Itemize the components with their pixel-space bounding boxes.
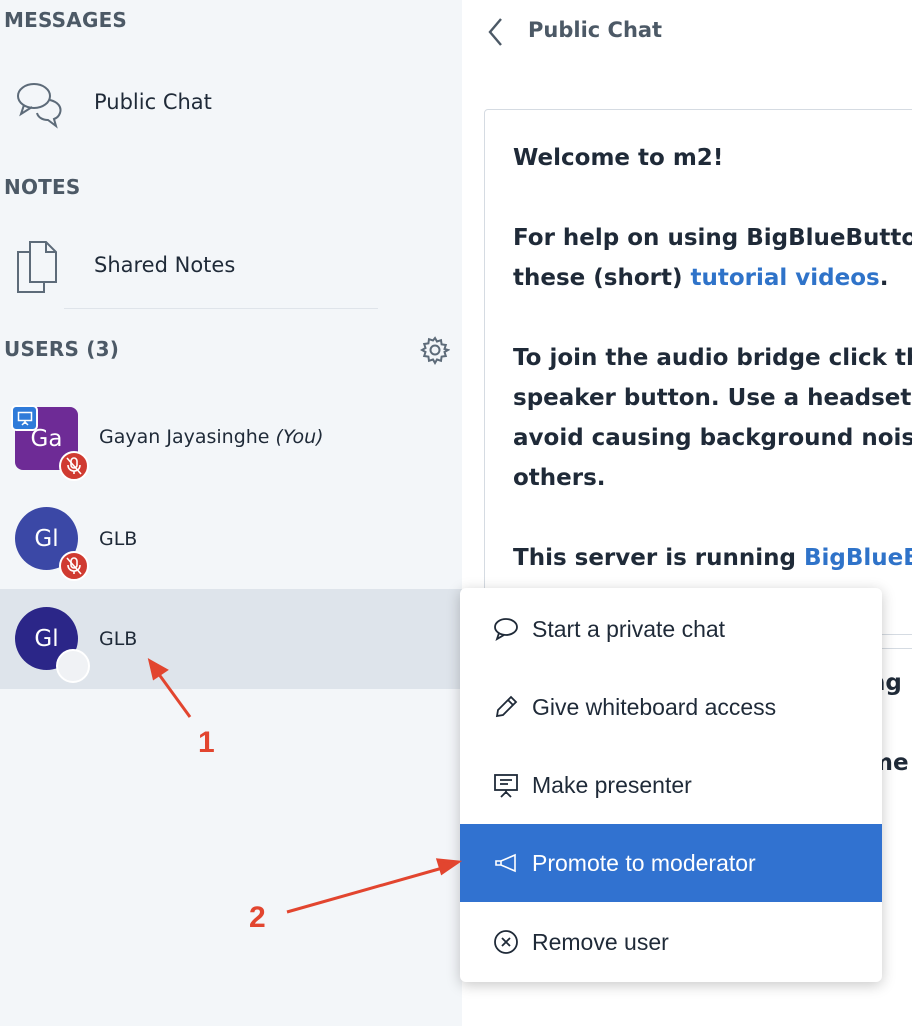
user-list-sidebar: MESSAGES Public Chat NOTES Shared Notes …	[0, 0, 462, 1026]
megaphone-icon	[492, 849, 520, 877]
public-chat-label: Public Chat	[94, 90, 212, 114]
menu-item-label: Start a private chat	[532, 615, 726, 642]
menu-item-label: Promote to moderator	[532, 849, 756, 876]
give-whiteboard-access-menu-item[interactable]: Give whiteboard access	[460, 668, 882, 746]
remove-circle-icon	[492, 928, 520, 956]
presentation-icon	[492, 771, 520, 799]
help-line-1: For help on using BigBlueButton s	[513, 225, 912, 251]
server-line: This server is running BigBlueButt	[513, 538, 912, 578]
make-presenter-menu-item[interactable]: Make presenter	[460, 746, 882, 824]
user-name: GLB	[99, 628, 138, 650]
shared-notes-label: Shared Notes	[94, 253, 236, 277]
avatar-initials: Gl	[34, 525, 59, 552]
chat-title: Public Chat	[528, 18, 663, 42]
help-line-2: these (short) tutorial videos.	[513, 258, 888, 298]
avatar-initials: Gl	[34, 625, 59, 652]
welcome-message: Welcome to m2! For help on using BigBlue…	[484, 109, 912, 649]
audio-line-1: To join the audio bridge click the	[513, 345, 912, 371]
help-suffix: .	[879, 265, 889, 291]
annotation-label-1: 1	[198, 726, 215, 759]
presenter-icon	[11, 405, 38, 431]
muted-mic-icon	[59, 551, 89, 581]
menu-item-label: Remove user	[532, 928, 669, 955]
chat-bubble-icon	[492, 615, 520, 643]
help-prefix: these (short)	[513, 265, 691, 291]
tutorial-videos-link[interactable]: tutorial videos	[691, 265, 880, 291]
promote-to-moderator-menu-item[interactable]: Promote to moderator	[460, 824, 882, 902]
welcome-suffix: !	[712, 145, 724, 171]
audio-status-badge	[56, 649, 90, 683]
pencil-icon	[492, 693, 520, 721]
shared-notes-icon	[14, 240, 60, 298]
welcome-prefix: Welcome to	[513, 145, 673, 171]
user-name: Gayan Jayasinghe (You)	[99, 426, 324, 448]
annotation-label-2: 2	[249, 901, 266, 934]
messages-section-title: MESSAGES	[4, 8, 128, 32]
user-name: GLB	[99, 528, 138, 550]
user-context-menu: Start a private chat Give whiteboard acc…	[460, 588, 882, 982]
welcome-line: Welcome to m2!	[513, 138, 723, 178]
chat-message-divider	[882, 634, 912, 635]
server-prefix: This server is running	[513, 545, 804, 571]
user-name-text: Gayan Jayasinghe	[99, 426, 270, 448]
audio-line-4: others.	[513, 465, 606, 491]
menu-item-label: Give whiteboard access	[532, 693, 777, 720]
shared-notes-item[interactable]: Shared Notes	[0, 226, 462, 306]
meeting-name: m2	[672, 145, 713, 171]
menu-item-label: Make presenter	[532, 771, 692, 798]
bigbluebutton-link[interactable]: BigBlueButt	[804, 545, 912, 571]
sidebar-divider	[64, 308, 378, 309]
users-section-title: USERS (3)	[4, 337, 120, 361]
user-row-gayan[interactable]: Ga Gayan Jayasinghe (You)	[0, 389, 462, 489]
notes-section-title: NOTES	[4, 175, 81, 199]
chevron-left-icon[interactable]	[486, 16, 506, 52]
user-options-gear-icon[interactable]	[419, 335, 451, 366]
remove-user-menu-item[interactable]: Remove user	[460, 903, 882, 981]
audio-line-3: avoid causing background noise f	[513, 425, 912, 451]
you-suffix: (You)	[275, 426, 324, 448]
muted-mic-icon	[59, 451, 89, 481]
chat-header: Public Chat	[462, 0, 912, 64]
audio-line-2: speaker button. Use a headset to	[513, 385, 912, 411]
start-private-chat-menu-item[interactable]: Start a private chat	[460, 590, 882, 668]
user-row-glb-1[interactable]: Gl GLB	[0, 489, 462, 589]
public-chat-item[interactable]: Public Chat	[0, 64, 462, 144]
chat-bubbles-icon	[14, 78, 66, 134]
user-row-glb-2[interactable]: Gl GLB	[0, 589, 462, 689]
